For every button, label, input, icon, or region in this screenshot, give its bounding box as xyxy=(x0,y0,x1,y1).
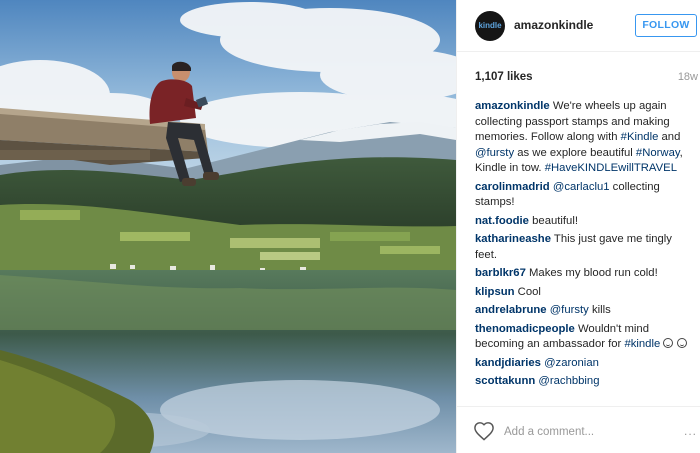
comment-username[interactable]: nat.foodie xyxy=(475,215,529,227)
likes-count[interactable]: 1,107 likes xyxy=(475,71,533,83)
comment-list[interactable]: amazonkindle We're wheels up again colle… xyxy=(475,99,697,405)
comment-item: katharineashe This just gave me tingly f… xyxy=(475,232,697,263)
post-username[interactable]: amazonkindle xyxy=(514,18,593,32)
comment-item: carolinmadrid @carlaclu1 collecting stam… xyxy=(475,180,697,211)
comment-username[interactable]: thenomadicpeople xyxy=(475,323,575,335)
comment-text: Cool xyxy=(514,285,541,298)
post-header: kindle amazonkindle FOLLOW xyxy=(457,0,700,52)
heart-icon[interactable] xyxy=(473,421,495,441)
smile-emoji xyxy=(676,338,687,348)
photo-illustration xyxy=(0,0,456,453)
comment-text xyxy=(673,338,676,350)
comment-username[interactable]: carolinmadrid xyxy=(475,181,550,193)
avatar[interactable]: kindle xyxy=(475,11,505,41)
comment-text: kills xyxy=(588,304,611,316)
comment-item: thenomadicpeople Wouldn't mind becoming … xyxy=(475,322,697,353)
comment-tag-link[interactable]: @carlaclu1 xyxy=(553,181,610,193)
post-footer: ... xyxy=(457,406,700,453)
comment-tag-link[interactable]: #kindle xyxy=(624,338,660,350)
comment-username[interactable]: klipsun xyxy=(475,286,515,298)
follow-button[interactable]: FOLLOW xyxy=(635,14,697,37)
post-photo[interactable] xyxy=(0,0,456,453)
comment-username[interactable]: katharineashe xyxy=(475,233,551,245)
comment-username[interactable]: barblkr67 xyxy=(475,267,526,279)
comment-item: andrelabrune @fursty kills xyxy=(475,303,697,319)
comment-item: klipsun Cool xyxy=(475,285,697,301)
comment-tag-link[interactable]: @fursty xyxy=(475,147,514,159)
comment-text: Makes my blood run cold! xyxy=(525,267,658,279)
comment-tag-link[interactable]: #Kindle xyxy=(621,131,659,143)
comment-text: as we explore beautiful xyxy=(514,146,636,159)
comment-item: nat.foodie beautiful! xyxy=(475,214,697,230)
comment-input[interactable] xyxy=(504,423,669,441)
more-options-icon[interactable]: ... xyxy=(684,424,697,438)
comment-tag-link[interactable]: @zaronian xyxy=(544,357,599,369)
comment-username[interactable]: scottakunn xyxy=(475,375,535,387)
likes-row: 1,107 likes 18w xyxy=(475,71,698,87)
comment-text: beautiful! xyxy=(528,214,578,227)
comment-tag-link[interactable]: @rachbbing xyxy=(538,375,599,387)
comment-item: kandjdiaries @zaronian xyxy=(475,356,697,372)
comment-tag-link[interactable]: #HaveKINDLEwillTRAVEL xyxy=(545,162,677,174)
post-timestamp[interactable]: 18w xyxy=(678,71,698,83)
comment-item: scottakunn @rachbbing xyxy=(475,374,697,390)
comment-username[interactable]: kandjdiaries xyxy=(475,357,541,369)
comment-tag-link[interactable]: #Norway xyxy=(636,147,680,159)
post-side-panel: kindle amazonkindle FOLLOW 1,107 likes 1… xyxy=(456,0,700,453)
comment-username[interactable]: andrelabrune xyxy=(475,304,547,316)
comment-username[interactable]: amazonkindle xyxy=(475,100,550,112)
comment-tag-link[interactable]: @fursty xyxy=(550,304,589,316)
comment-text: and xyxy=(658,131,681,143)
comment-item: amazonkindle We're wheels up again colle… xyxy=(475,99,697,177)
comment-item: barblkr67 Makes my blood run cold! xyxy=(475,266,697,282)
smile-emoji xyxy=(663,338,674,348)
